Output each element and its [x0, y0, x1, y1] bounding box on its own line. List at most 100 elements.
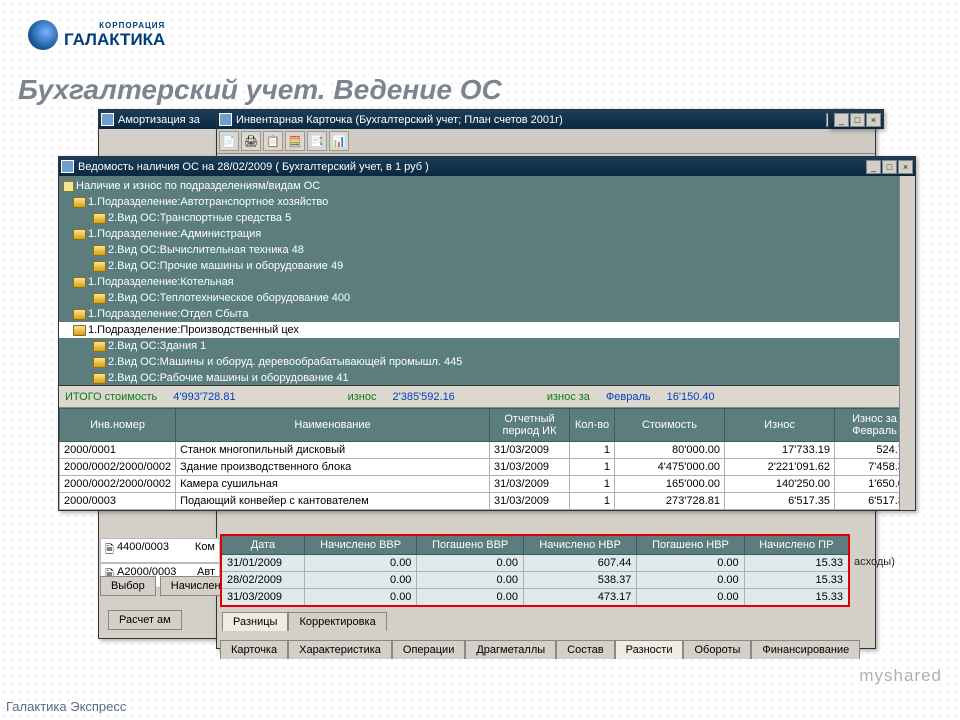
col-header[interactable]: Погашено НВР	[637, 535, 744, 555]
cell[interactable]: 607.44	[523, 555, 636, 572]
tab-differences[interactable]: Разницы	[222, 612, 288, 631]
tab-Состав[interactable]: Состав	[556, 640, 614, 659]
cell[interactable]: 2000/0003	[60, 493, 176, 510]
tool-print-icon[interactable]: 🖨	[241, 131, 261, 151]
col-header[interactable]: Дата	[221, 535, 304, 555]
tree-node[interactable]: 2.Вид ОС:Вычислительная техника 48	[59, 242, 915, 258]
table-row[interactable]: 2000/0002/2000/0002Камера сушильная31/03…	[60, 476, 915, 493]
maximize-button[interactable]: □	[850, 113, 865, 127]
cell[interactable]: 0.00	[417, 572, 524, 589]
cell[interactable]: 0.00	[417, 555, 524, 572]
tree-node[interactable]: 1.Подразделение:Администрация	[59, 226, 915, 242]
tab-Финансирование[interactable]: Финансирование	[751, 640, 860, 659]
cell[interactable]: 15.33	[744, 589, 849, 607]
cell[interactable]: 2000/0002/2000/0002	[60, 459, 176, 476]
cell[interactable]: 0.00	[637, 555, 744, 572]
cell[interactable]: 31/03/2009	[490, 476, 570, 493]
cell[interactable]: 1	[570, 459, 615, 476]
tree-node[interactable]: 1.Подразделение:Отдел Сбыта	[59, 306, 915, 322]
cell[interactable]: 0.00	[304, 589, 417, 607]
scrollbar-vertical[interactable]	[899, 176, 915, 510]
tab-Обороты[interactable]: Обороты	[683, 640, 751, 659]
table-row[interactable]: 2000/0003Подающий конвейер с кантователе…	[60, 493, 915, 510]
close-button[interactable]: ×	[898, 160, 913, 174]
titlebar-card[interactable]: Инвентарная Карточка (Бухгалтерский учет…	[217, 110, 875, 129]
cell[interactable]: 538.37	[523, 572, 636, 589]
cell[interactable]: 473.17	[523, 589, 636, 607]
tool-new-icon[interactable]: 📄	[219, 131, 239, 151]
cell[interactable]: 6'517.35	[725, 493, 835, 510]
col-header[interactable]: Кол-во	[570, 409, 615, 442]
col-header[interactable]: Отчетный период ИК	[490, 409, 570, 442]
minimize-button[interactable]: _	[834, 113, 849, 127]
tool-copy-icon[interactable]: 📋	[263, 131, 283, 151]
col-header[interactable]: Наименование	[176, 409, 490, 442]
tree-node[interactable]: 2.Вид ОС:Теплотехническое оборудование 4…	[59, 290, 915, 306]
cell[interactable]: 31/03/2009	[221, 589, 304, 607]
table-row[interactable]: 2000/0001Станок многопильный дисковый31/…	[60, 442, 915, 459]
close-button[interactable]: ×	[866, 113, 881, 127]
minimize-button[interactable]: _	[866, 160, 881, 174]
cell[interactable]: Здание производственного блока	[176, 459, 490, 476]
cell[interactable]: 0.00	[637, 572, 744, 589]
cell[interactable]: 15.33	[744, 555, 849, 572]
tab-Разности[interactable]: Разности	[615, 640, 684, 659]
cell[interactable]: 4'475'000.00	[615, 459, 725, 476]
table-row[interactable]: 31/03/20090.000.00473.170.0015.33	[221, 589, 849, 607]
col-header[interactable]: Износ	[725, 409, 835, 442]
tree-node[interactable]: 2.Вид ОС:Прочие машины и оборудование 49	[59, 258, 915, 274]
tab-Карточка[interactable]: Карточка	[220, 640, 288, 659]
cell[interactable]: 1	[570, 442, 615, 459]
tab-correction[interactable]: Корректировка	[288, 612, 386, 631]
cell[interactable]: 273'728.81	[615, 493, 725, 510]
grid-assets[interactable]: Инв.номерНаименованиеОтчетный период ИКК…	[59, 408, 915, 510]
cell[interactable]: 31/03/2009	[490, 442, 570, 459]
cell[interactable]: 1	[570, 476, 615, 493]
cell[interactable]: 0.00	[417, 589, 524, 607]
col-header[interactable]: Начислено ВВР	[304, 535, 417, 555]
cell[interactable]: 2000/0002/2000/0002	[60, 476, 176, 493]
titlebar-vedomost[interactable]: Ведомость наличия ОС на 28/02/2009 ( Бух…	[59, 157, 915, 176]
cell[interactable]: 2000/0001	[60, 442, 176, 459]
cell[interactable]: 1	[570, 493, 615, 510]
col-header[interactable]: Стоимость	[615, 409, 725, 442]
tree-node[interactable]: 1.Подразделение:Производственный цех	[59, 322, 915, 338]
cell[interactable]: 165'000.00	[615, 476, 725, 493]
tool-calc-icon[interactable]: 🧮	[285, 131, 305, 151]
cell[interactable]: Камера сушильная	[176, 476, 490, 493]
tool-report-icon[interactable]: 📊	[329, 131, 349, 151]
maximize-button[interactable]: □	[882, 160, 897, 174]
cell[interactable]: 31/03/2009	[490, 459, 570, 476]
grid-differences[interactable]: ДатаНачислено ВВРПогашено ВВРНачислено Н…	[220, 534, 850, 607]
cell[interactable]: 0.00	[637, 589, 744, 607]
cell[interactable]: 140'250.00	[725, 476, 835, 493]
col-header[interactable]: Начислено ПР	[744, 535, 849, 555]
table-row[interactable]: 2000/0002/2000/0002Здание производственн…	[60, 459, 915, 476]
tab-Характеристика[interactable]: Характеристика	[288, 640, 392, 659]
tree-node[interactable]: 1.Подразделение:Автотранспортное хозяйст…	[59, 194, 915, 210]
col-header[interactable]: Начислено НВР	[523, 535, 636, 555]
tree-node[interactable]: 2.Вид ОС:Здания 1	[59, 338, 915, 354]
tab-Драгметаллы[interactable]: Драгметаллы	[465, 640, 556, 659]
cell[interactable]: 0.00	[304, 572, 417, 589]
select-button[interactable]: Выбор	[100, 576, 156, 596]
cell[interactable]: Подающий конвейер с кантователем	[176, 493, 490, 510]
tree-root[interactable]: Наличие и износ по подразделениям/видам …	[59, 178, 915, 194]
cell[interactable]: 28/02/2009	[221, 572, 304, 589]
cell[interactable]: 0.00	[304, 555, 417, 572]
tree-node[interactable]: 2.Вид ОС:Машины и оборуд. деревообрабаты…	[59, 354, 915, 370]
cell[interactable]: 17'733.19	[725, 442, 835, 459]
tree-node[interactable]: 2.Вид ОС:Рабочие машины и оборудование 4…	[59, 370, 915, 386]
table-row[interactable]: 31/01/20090.000.00607.440.0015.33	[221, 555, 849, 572]
cell[interactable]: 31/01/2009	[221, 555, 304, 572]
tree-node[interactable]: 1.Подразделение:Котельная	[59, 274, 915, 290]
tool-doc-icon[interactable]: 📑	[307, 131, 327, 151]
col-header[interactable]: Погашено ВВР	[417, 535, 524, 555]
tab-Операции[interactable]: Операции	[392, 640, 465, 659]
col-header[interactable]: Инв.номер	[60, 409, 176, 442]
cell[interactable]: 80'000.00	[615, 442, 725, 459]
table-row[interactable]: 28/02/20090.000.00538.370.0015.33	[221, 572, 849, 589]
cell[interactable]: 15.33	[744, 572, 849, 589]
cell[interactable]: 2'221'091.62	[725, 459, 835, 476]
calc-button[interactable]: Расчет ам	[108, 610, 182, 630]
